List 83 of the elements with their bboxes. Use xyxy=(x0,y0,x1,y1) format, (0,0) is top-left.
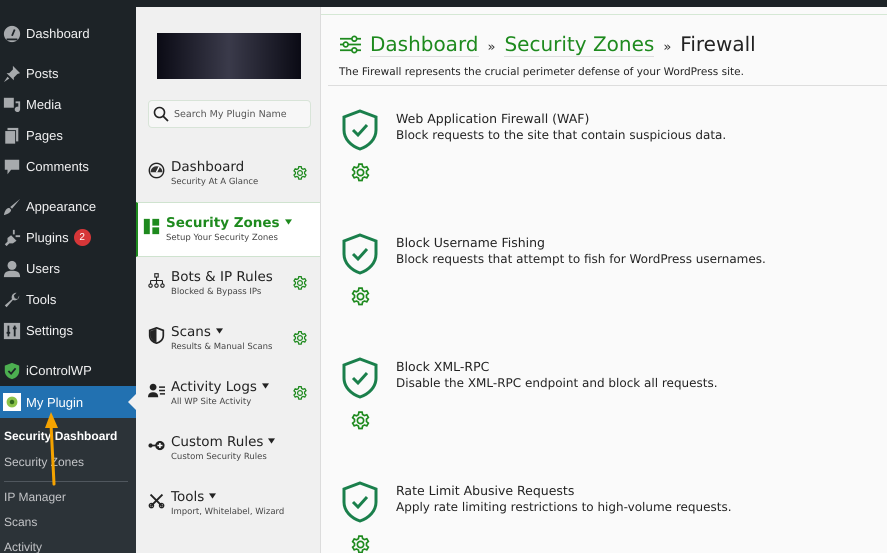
pin-icon xyxy=(3,64,21,82)
nav-item-title: Tools xyxy=(171,489,308,506)
breadcrumb-link[interactable]: Security Zones xyxy=(504,32,654,57)
feature-title: Web Application Firewall (WAF) xyxy=(396,111,590,126)
search-field[interactable]: Search My Plugin Name xyxy=(148,100,311,128)
page-description: The Firewall represents the crucial perimeter defense of your WordPress site. xyxy=(339,66,745,78)
plugin-nav-item[interactable]: Bots & IP Rules Blocked & Bypass IPs xyxy=(136,257,320,312)
plug-icon xyxy=(3,228,21,246)
sliders-icon xyxy=(3,322,21,340)
gauge-icon xyxy=(148,162,165,179)
settings-icon xyxy=(350,410,370,431)
nav-item-title: Dashboard xyxy=(171,159,246,176)
nav-item-subtitle: Results & Manual Scans xyxy=(171,342,274,352)
wrench-icon xyxy=(3,290,21,308)
admin-menu-item[interactable]: Settings xyxy=(0,315,136,346)
nav-item-subtitle: Setup Your Security Zones xyxy=(166,233,279,243)
settings-button[interactable] xyxy=(350,534,370,553)
plugin-nav-item[interactable]: Scans Results & Manual Scans xyxy=(136,312,320,367)
settings-button[interactable] xyxy=(350,286,370,307)
settings-icon xyxy=(350,162,370,183)
nav-item-title: Custom Rules xyxy=(171,434,308,451)
admin-menu-item[interactable]: Plugins 2 xyxy=(0,222,136,253)
gauge-icon xyxy=(3,24,21,42)
nav-item-subtitle: Security At A Glance xyxy=(171,177,260,187)
breadcrumb-separator: » xyxy=(663,40,672,55)
breadcrumb-link[interactable]: Dashboard xyxy=(370,32,479,57)
network-icon xyxy=(148,272,165,289)
feature-title: Block Username Fishing xyxy=(396,235,546,250)
nav-item-subtitle: Blocked & Bypass IPs xyxy=(171,287,262,297)
admin-menu-item[interactable]: Pages xyxy=(0,120,136,151)
feature-description: Block requests that attempt to fish for WordPress usernames. xyxy=(396,252,766,266)
nav-item-title: Scans xyxy=(171,324,292,341)
plugin-nav-item[interactable]: Custom Rules Custom Security Rules xyxy=(136,422,320,477)
admin-menu-item[interactable]: Posts xyxy=(0,58,136,89)
speech-bubble-icon xyxy=(3,158,21,176)
admin-menu-item[interactable]: Users xyxy=(0,253,136,284)
admin-menu-item[interactable]: Media xyxy=(0,89,136,120)
feature-description: Disable the XML-RPC endpoint and block all requests. xyxy=(396,376,718,390)
user-list-icon xyxy=(148,382,165,399)
submenu-item[interactable]: IP Manager xyxy=(4,485,128,510)
plugin-nav-item[interactable]: Activity Logs All WP Site Activity xyxy=(136,367,320,422)
count-badge: 2 xyxy=(74,229,91,246)
admin-menu-item[interactable]: Comments xyxy=(0,151,136,182)
shield-check-icon xyxy=(341,481,379,523)
feature-title: Rate Limit Abusive Requests xyxy=(396,483,576,498)
nav-item-subtitle: Custom Security Rules xyxy=(171,452,268,462)
settings-button[interactable] xyxy=(350,410,370,431)
user-icon xyxy=(3,260,21,278)
sliders-icon xyxy=(339,34,362,55)
grid-blocks-icon xyxy=(143,218,160,235)
submenu-item[interactable]: Scans xyxy=(4,510,128,535)
plugin-nav-item[interactable]: Dashboard Security At A Glance xyxy=(136,147,320,202)
settings-button[interactable] xyxy=(350,162,370,183)
feature-title: Block XML-RPC xyxy=(396,359,490,374)
shield-icon xyxy=(3,362,21,380)
plugin-nav-item[interactable]: Security Zones Setup Your Security Zones xyxy=(136,202,320,257)
tools-icon xyxy=(148,492,165,509)
feature-description: Apply rate limiting restrictions to high-volume requests. xyxy=(396,500,732,514)
admin-menu-item[interactable]: Appearance xyxy=(0,191,136,222)
nav-item-title: Bots & IP Rules xyxy=(171,269,274,286)
pages-icon xyxy=(3,126,21,144)
shield-check-icon xyxy=(341,109,379,151)
admin-menu-item[interactable]: Dashboard xyxy=(0,18,136,49)
settings-icon xyxy=(350,286,370,307)
nav-item-subtitle: Import, Whitelabel, Wizard xyxy=(171,507,286,517)
plugin-logo-icon xyxy=(3,393,21,411)
nav-item-subtitle: All WP Site Activity xyxy=(171,397,252,407)
media-icon xyxy=(3,96,21,114)
submenu-item[interactable]: Security Dashboard xyxy=(0,423,136,449)
admin-menu-item[interactable]: Tools xyxy=(0,284,136,315)
breadcrumb-separator: » xyxy=(488,40,496,55)
shield-check-icon xyxy=(341,357,379,399)
shield-icon xyxy=(148,327,165,344)
admin-menu-item[interactable]: My Plugin xyxy=(0,386,136,418)
brush-icon xyxy=(3,198,21,216)
feature-description: Block requests to the site that contain suspicious data. xyxy=(396,128,726,142)
settings-icon xyxy=(350,534,370,553)
page-title: Firewall xyxy=(680,32,756,56)
admin-menu-item[interactable]: iControlWP xyxy=(0,355,136,386)
nav-item-title: Activity Logs xyxy=(171,379,292,396)
plugin-nav-item[interactable]: Tools Import, Whitelabel, Wizard xyxy=(136,477,320,532)
shield-check-icon xyxy=(341,233,379,275)
nav-item-title: Security Zones xyxy=(166,215,309,232)
